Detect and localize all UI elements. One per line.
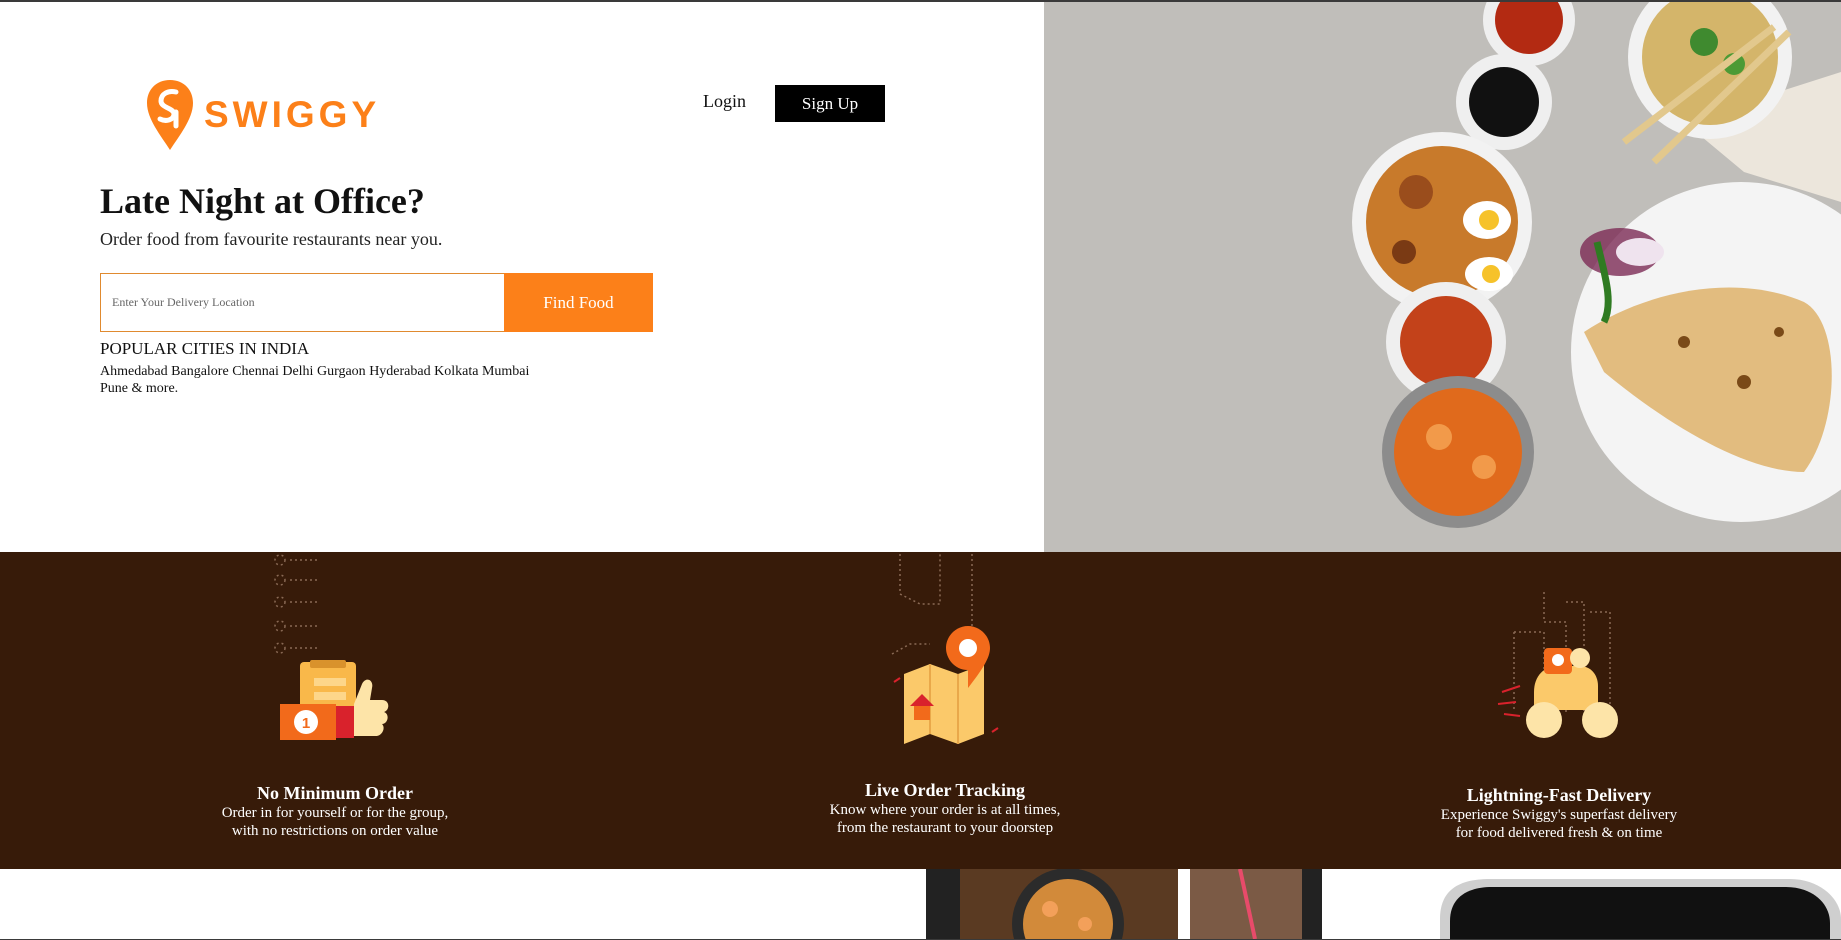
feature-no-minimum-order: 1 No Minimum Order Order in for yourself… — [200, 552, 470, 869]
popular-cities-list: Ahmedabad Bangalore Chennai Delhi Gurgao… — [100, 363, 580, 397]
city-link[interactable]: Delhi — [282, 364, 313, 379]
feature-description: Experience Swiggy's superfast delivery f… — [1440, 807, 1678, 841]
city-link[interactable]: Pune — [100, 381, 128, 396]
brand-name: SWIGGY — [204, 94, 381, 135]
swiggy-logo-icon — [147, 80, 193, 150]
more-cities-text: & more. — [131, 381, 179, 396]
hero-headline: Late Night at Office? — [100, 181, 425, 221]
login-link[interactable]: Login — [703, 91, 746, 112]
city-link[interactable]: Mumbai — [482, 364, 529, 379]
feature-lightning-fast-delivery: Lightning-Fast Delivery Experience Swigg… — [1424, 552, 1694, 869]
app-promo-section — [0, 869, 1841, 939]
feature-title: No Minimum Order — [257, 783, 413, 803]
feature-description: Know where your order is at all times, f… — [829, 802, 1061, 836]
map-tracking-icon — [891, 554, 999, 744]
features-section: 1 No Minimum Order Order in for yourself… — [0, 552, 1841, 869]
popular-cities-heading: POPULAR CITIES IN INDIA — [100, 339, 310, 358]
feature-live-order-tracking: Live Order Tracking Know where your orde… — [810, 552, 1080, 869]
find-food-button[interactable]: Find Food — [504, 273, 653, 332]
delivery-scooter-icon — [1497, 592, 1618, 738]
thumbs-up-order-icon: 1 — [274, 554, 389, 740]
svg-text:1: 1 — [302, 715, 310, 732]
feature-title: Live Order Tracking — [865, 780, 1025, 800]
city-link[interactable]: Bangalore — [171, 364, 229, 379]
signup-button[interactable]: Sign Up — [775, 85, 885, 122]
feature-description: Order in for yourself or for the group, … — [221, 805, 449, 839]
city-link[interactable]: Hyderabad — [369, 364, 430, 379]
swiggy-logo[interactable]: SWIGGY — [146, 78, 380, 152]
city-link[interactable]: Ahmedabad — [100, 364, 168, 379]
hero-section: SWIGGY Login Sign Up Late Night at Offic… — [0, 2, 1044, 552]
city-link[interactable]: Gurgaon — [317, 364, 366, 379]
food-spread-image — [1044, 2, 1841, 552]
page: SWIGGY Login Sign Up Late Night at Offic… — [0, 2, 1841, 939]
delivery-location-input[interactable] — [100, 273, 504, 332]
hero-subheadline: Order food from favourite restaurants ne… — [100, 229, 443, 249]
city-link[interactable]: Kolkata — [434, 364, 478, 379]
city-link[interactable]: Chennai — [232, 364, 279, 379]
feature-title: Lightning-Fast Delivery — [1466, 785, 1652, 805]
